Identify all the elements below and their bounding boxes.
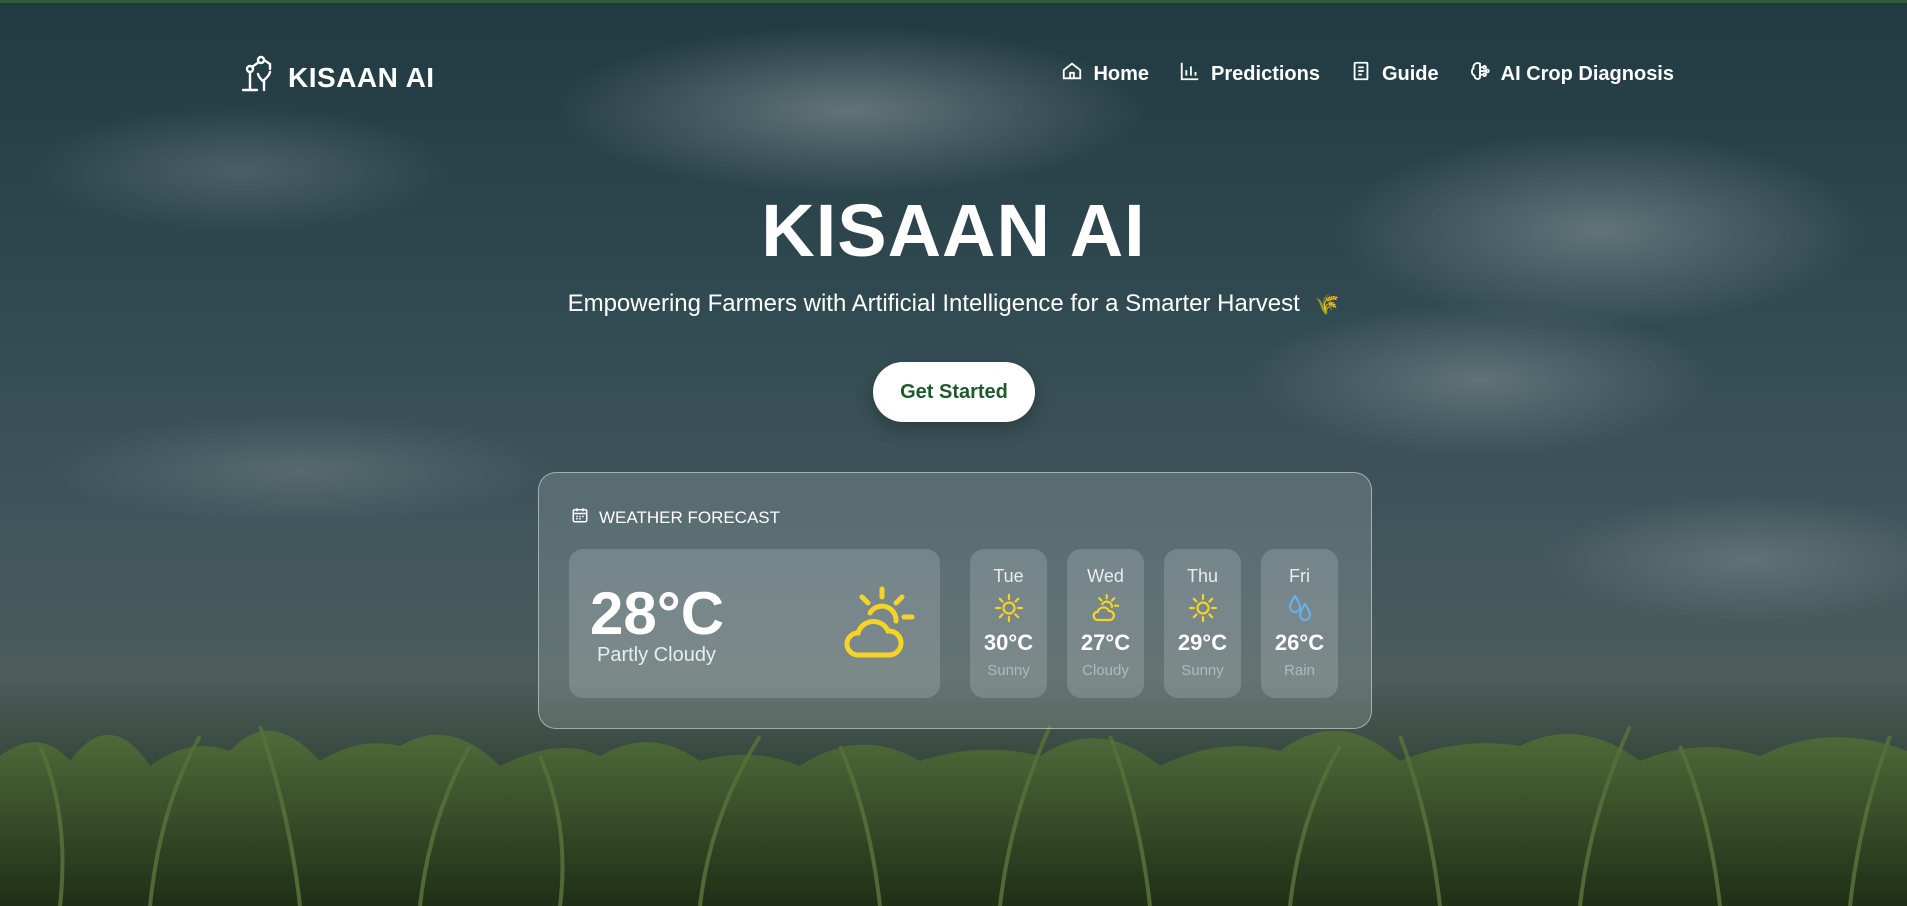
top-accent-line — [0, 0, 1907, 3]
rain-drops-icon — [1261, 592, 1338, 624]
nav-home-label: Home — [1093, 62, 1150, 85]
sun-icon — [970, 592, 1047, 624]
forecast-day-name: Fri — [1289, 566, 1310, 586]
hero-background — [0, 0, 1907, 906]
forecast-temperature: 27°C — [1080, 630, 1131, 655]
forecast-condition: Cloudy — [1082, 662, 1129, 679]
forecast-day: Fri 26°C Rain — [1261, 549, 1338, 698]
main-nav: Home Predictions Guide AI Crop Diagnosis — [1061, 60, 1674, 88]
robot-arm-plant-icon — [234, 54, 276, 101]
nav-guide-label: Guide — [1381, 62, 1439, 85]
get-started-button[interactable]: Get Started — [873, 362, 1035, 422]
weather-heading: WEATHER FORECAST — [571, 506, 780, 529]
bar-chart-icon — [1179, 60, 1201, 88]
forecast-day: Tue 30°C Sunny — [970, 549, 1047, 698]
brand-logo[interactable]: KISAAN AI — [234, 54, 435, 101]
weather-forecast-card: WEATHER FORECAST 28°C Partly Cloudy Tue … — [538, 472, 1372, 729]
weather-heading-label: WEATHER FORECAST — [599, 507, 781, 527]
current-weather-panel: 28°C Partly Cloudy — [569, 549, 940, 698]
forecast-condition: Sunny — [987, 662, 1030, 679]
forecast-condition: Rain — [1284, 662, 1315, 679]
forecast-day: Wed 27°C Cloudy — [1067, 549, 1144, 698]
nav-predictions-label: Predictions — [1211, 62, 1320, 85]
nav-predictions[interactable]: Predictions — [1179, 60, 1320, 88]
current-condition: Partly Cloudy — [597, 644, 716, 666]
nav-ai-crop-diagnosis-label: AI Crop Diagnosis — [1500, 62, 1674, 85]
current-temperature: 28°C — [590, 580, 725, 647]
nav-guide[interactable]: Guide — [1350, 60, 1439, 88]
partly-cloudy-icon — [840, 583, 920, 668]
wheat-emoji: 🌾 — [1314, 294, 1340, 316]
forecast-temperature: 26°C — [1274, 630, 1325, 655]
forecast-day-name: Wed — [1087, 566, 1124, 586]
forecast-temperature: 29°C — [1177, 630, 1228, 655]
hero-title: KISAAN AI — [761, 189, 1146, 272]
nav-ai-crop-diagnosis[interactable]: AI Crop Diagnosis — [1469, 60, 1674, 88]
forecast-day: Thu 29°C Sunny — [1164, 549, 1241, 698]
hero-subtitle-text: Empowering Farmers with Artificial Intel… — [567, 290, 1300, 317]
forecast-temperature: 30°C — [983, 630, 1034, 655]
document-icon — [1350, 60, 1372, 88]
brain-icon — [1469, 60, 1491, 88]
forecast-day-name: Tue — [993, 566, 1024, 586]
sun-icon — [1164, 592, 1241, 624]
partly-cloudy-icon — [1067, 592, 1144, 624]
nav-home[interactable]: Home — [1061, 60, 1149, 88]
calendar-icon — [571, 506, 589, 529]
forecast-day-name: Thu — [1186, 566, 1219, 586]
home-icon — [1061, 60, 1083, 88]
hero-subtitle: Empowering Farmers with Artificial Intel… — [0, 290, 1907, 318]
brand-name: KISAAN AI — [288, 61, 435, 93]
forecast-condition: Sunny — [1181, 662, 1224, 679]
